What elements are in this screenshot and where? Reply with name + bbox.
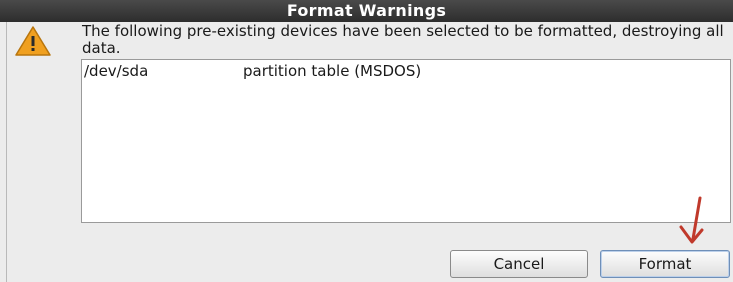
- cancel-button[interactable]: Cancel: [450, 250, 588, 278]
- warning-icon: [15, 26, 51, 56]
- annotation-arrow: [679, 196, 704, 244]
- device-description: partition table (MSDOS): [243, 62, 422, 80]
- format-warnings-dialog: Format Warnings The following pre-existi…: [0, 0, 733, 282]
- format-button[interactable]: Format: [600, 250, 730, 278]
- device-row[interactable]: /dev/sda partition table (MSDOS): [82, 62, 730, 80]
- device-name: /dev/sda: [84, 62, 149, 80]
- warning-message: The following pre-existing devices have …: [82, 22, 724, 57]
- device-list[interactable]: /dev/sda partition table (MSDOS): [81, 59, 731, 223]
- dialog-title: Format Warnings: [0, 0, 733, 22]
- dialog-left-border: [6, 22, 7, 282]
